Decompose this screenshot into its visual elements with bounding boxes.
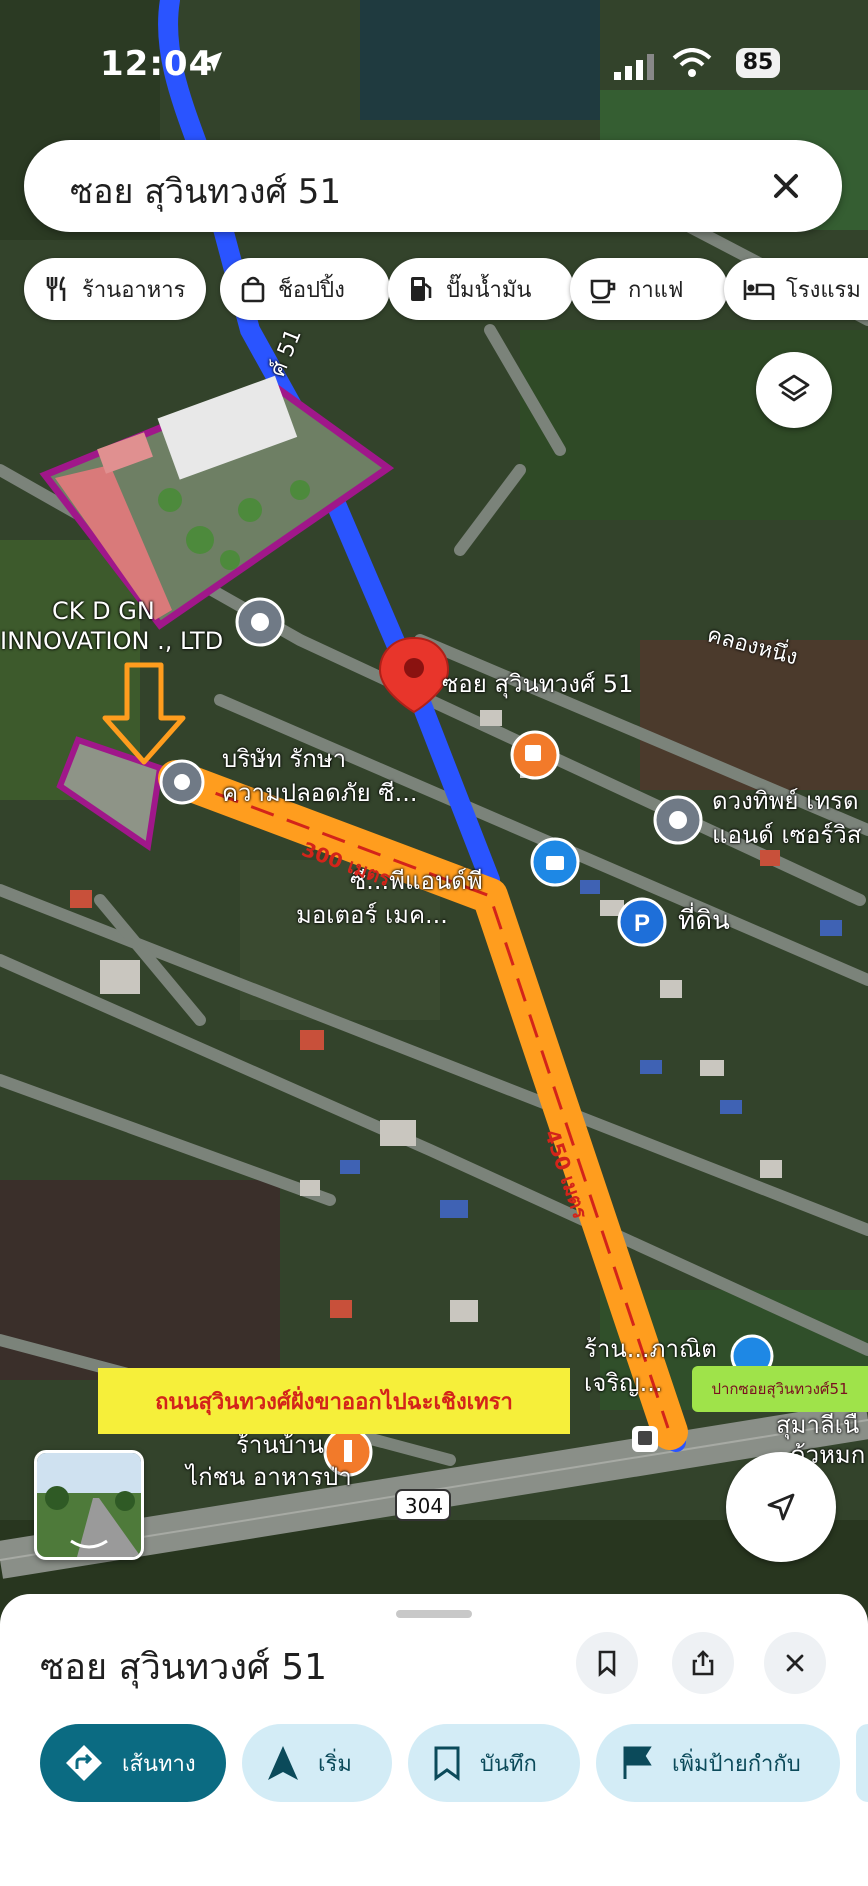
place-title: ซอย สุวินทวงศ์ 51 xyxy=(40,1647,328,1688)
chip-label: ช็อปปิ้ง xyxy=(278,277,345,303)
bus-stop-icon[interactable] xyxy=(632,1426,658,1452)
chip-label: โรงแรม xyxy=(786,277,861,303)
shopping-bag-icon xyxy=(241,276,265,303)
poi-marker-security[interactable] xyxy=(159,759,205,805)
svg-text:P: P xyxy=(634,910,650,937)
drag-handle[interactable] xyxy=(396,1610,472,1618)
map-label-land: ที่ดิน xyxy=(678,906,730,936)
more-actions-peek[interactable] xyxy=(856,1724,868,1802)
map-label-duangthip-2: แอนด์ เซอร์วิส xyxy=(712,821,862,849)
poi-marker-parking[interactable]: P xyxy=(617,897,667,947)
save-button[interactable]: บันทึก xyxy=(408,1724,580,1802)
clock: 12:04 xyxy=(100,44,214,84)
share-button[interactable] xyxy=(672,1632,734,1694)
start-label: เริ่ม xyxy=(318,1751,352,1777)
navigation-arrow-icon xyxy=(767,1493,795,1521)
close-icon[interactable] xyxy=(760,160,812,212)
map-label-food-1: ร้านบ้าน xyxy=(236,1431,324,1459)
layers-icon xyxy=(778,374,810,402)
map-label-shop-1: ร้าน...ภาณิต xyxy=(584,1335,717,1363)
start-button[interactable]: เริ่ม xyxy=(242,1724,392,1802)
navigation-arrow-icon xyxy=(268,1746,298,1780)
wifi-icon xyxy=(672,48,712,77)
map-label-food-2: ไก่ชน อาหารป่า xyxy=(186,1463,352,1491)
chip-hotel[interactable]: โรงแรม xyxy=(724,258,868,320)
chip-label: ร้านอาหาร xyxy=(82,277,186,303)
battery-indicator: 85 xyxy=(736,48,780,78)
category-chips: ร้านอาหาร ช็อปปิ้ง ปั๊มน้ำมัน กาแฟ โรงแร… xyxy=(24,258,868,320)
coffee-cup-icon xyxy=(590,279,616,304)
annotation-banner-soi: ปากซอยสุวินทวงศ์51 xyxy=(692,1366,868,1412)
annotation-banner-main: ถนนสุวินทวงศ์ฝั่งขาออกไปฉะเชิงเทรา xyxy=(98,1368,570,1434)
map-label-company-1: CK D GN xyxy=(52,597,155,625)
chip-restaurant[interactable]: ร้านอาหาร xyxy=(24,258,206,320)
bookmark-icon xyxy=(434,1746,460,1781)
chip-shopping[interactable]: ช็อปปิ้ง xyxy=(220,258,390,320)
fork-knife-icon xyxy=(46,276,66,301)
directions-button[interactable]: เส้นทาง xyxy=(40,1724,226,1802)
map-label-security-2: ความปลอดภัย ซี... xyxy=(222,779,418,807)
bed-icon xyxy=(743,280,775,300)
poi-marker-duangthip[interactable] xyxy=(653,795,703,845)
gas-pump-icon xyxy=(411,277,432,301)
location-arrow-icon xyxy=(202,52,222,72)
street-view-thumbnail[interactable] xyxy=(34,1450,144,1560)
chip-label: ปั๊มน้ำมัน xyxy=(446,277,532,303)
pin-label: ซอย สุวินทวงศ์ 51 xyxy=(442,670,634,698)
map-label-security-1: บริษัท รักษา xyxy=(222,745,347,773)
save-icon-button[interactable] xyxy=(576,1632,638,1694)
close-icon xyxy=(786,1654,804,1672)
map-label-company-2: INNOVATION ., LTD xyxy=(0,627,224,655)
layers-button[interactable] xyxy=(756,352,832,428)
highway-number: 304 xyxy=(404,1494,444,1518)
map-label-pp-2: มอเตอร์ เมค... xyxy=(296,901,448,929)
place-sheet: ซอย สุวินทวงศ์ 51 เส้นทาง เริ่ม บันทึก เ… xyxy=(0,1594,868,1886)
save-label: บันทึก xyxy=(480,1751,537,1777)
chip-label: กาแฟ xyxy=(628,277,684,303)
my-location-button[interactable] xyxy=(726,1452,836,1562)
poi-marker-ckd[interactable] xyxy=(235,597,285,647)
map-label-duangthip-1: ดวงทิพย์ เทรด xyxy=(712,787,859,815)
cellular-signal-icon xyxy=(614,54,654,80)
add-label-button[interactable]: เพิ่มป้ายกำกับ xyxy=(596,1724,840,1802)
chip-coffee[interactable]: กาแฟ xyxy=(570,258,728,320)
add-label-label: เพิ่มป้ายกำกับ xyxy=(672,1751,801,1777)
map-label-shop-2: เจริญ... xyxy=(584,1369,663,1397)
bookmark-icon xyxy=(598,1650,616,1677)
flag-icon xyxy=(623,1746,652,1779)
poi-marker-shopping[interactable] xyxy=(530,837,580,887)
search-bar[interactable]: ซอย สุวินทวงศ์ 51 xyxy=(24,140,842,232)
status-bar: 12:04 85 xyxy=(0,0,868,120)
directions-icon xyxy=(66,1745,102,1781)
chip-gas[interactable]: ปั๊มน้ำมัน xyxy=(388,258,574,320)
search-query[interactable]: ซอย สุวินทวงศ์ 51 xyxy=(70,164,341,218)
map-label-right-1: สุมาลีเนื xyxy=(776,1411,860,1439)
close-sheet-button[interactable] xyxy=(764,1632,826,1694)
share-icon xyxy=(692,1650,714,1676)
poi-marker-coffee[interactable] xyxy=(510,730,560,780)
directions-label: เส้นทาง xyxy=(122,1751,196,1777)
